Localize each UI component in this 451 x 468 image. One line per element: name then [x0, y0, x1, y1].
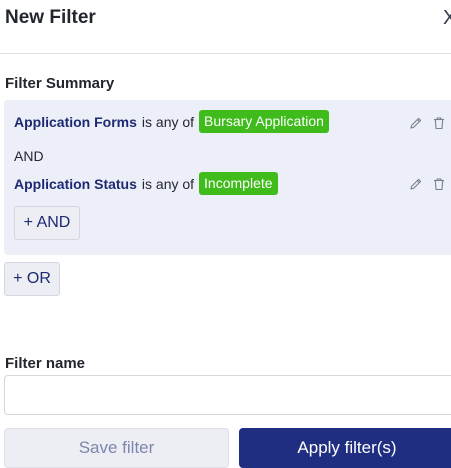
- add-or-button[interactable]: + OR: [4, 262, 60, 296]
- apply-filters-button[interactable]: Apply filter(s): [239, 428, 451, 468]
- condition-operator: is any of: [141, 113, 195, 130]
- header-divider: [0, 53, 451, 54]
- filter-summary-label: Filter Summary: [5, 75, 115, 92]
- condition-value-chip: Bursary Application: [199, 110, 329, 133]
- pencil-icon[interactable]: [409, 116, 423, 130]
- condition-value-chip: Incomplete: [199, 172, 278, 195]
- condition-field: Application Forms: [14, 113, 137, 130]
- condition-field: Application Status: [14, 175, 137, 192]
- add-and-button[interactable]: + AND: [14, 206, 80, 240]
- filter-name-input[interactable]: [4, 375, 451, 415]
- condition-row: Application Status is any of Incomplete: [14, 172, 278, 195]
- condition-joiner: AND: [14, 148, 44, 164]
- filter-summary-panel: Application Forms is any of Bursary Appl…: [4, 100, 451, 255]
- condition-operator: is any of: [141, 175, 195, 192]
- trash-icon[interactable]: [432, 177, 446, 191]
- page-title: New Filter: [5, 7, 96, 28]
- pencil-icon[interactable]: [409, 177, 423, 191]
- close-icon[interactable]: X: [443, 8, 451, 28]
- filter-name-label: Filter name: [5, 355, 86, 372]
- condition-row: Application Forms is any of Bursary Appl…: [14, 110, 329, 133]
- save-filter-button[interactable]: Save filter: [4, 428, 229, 468]
- trash-icon[interactable]: [432, 116, 446, 130]
